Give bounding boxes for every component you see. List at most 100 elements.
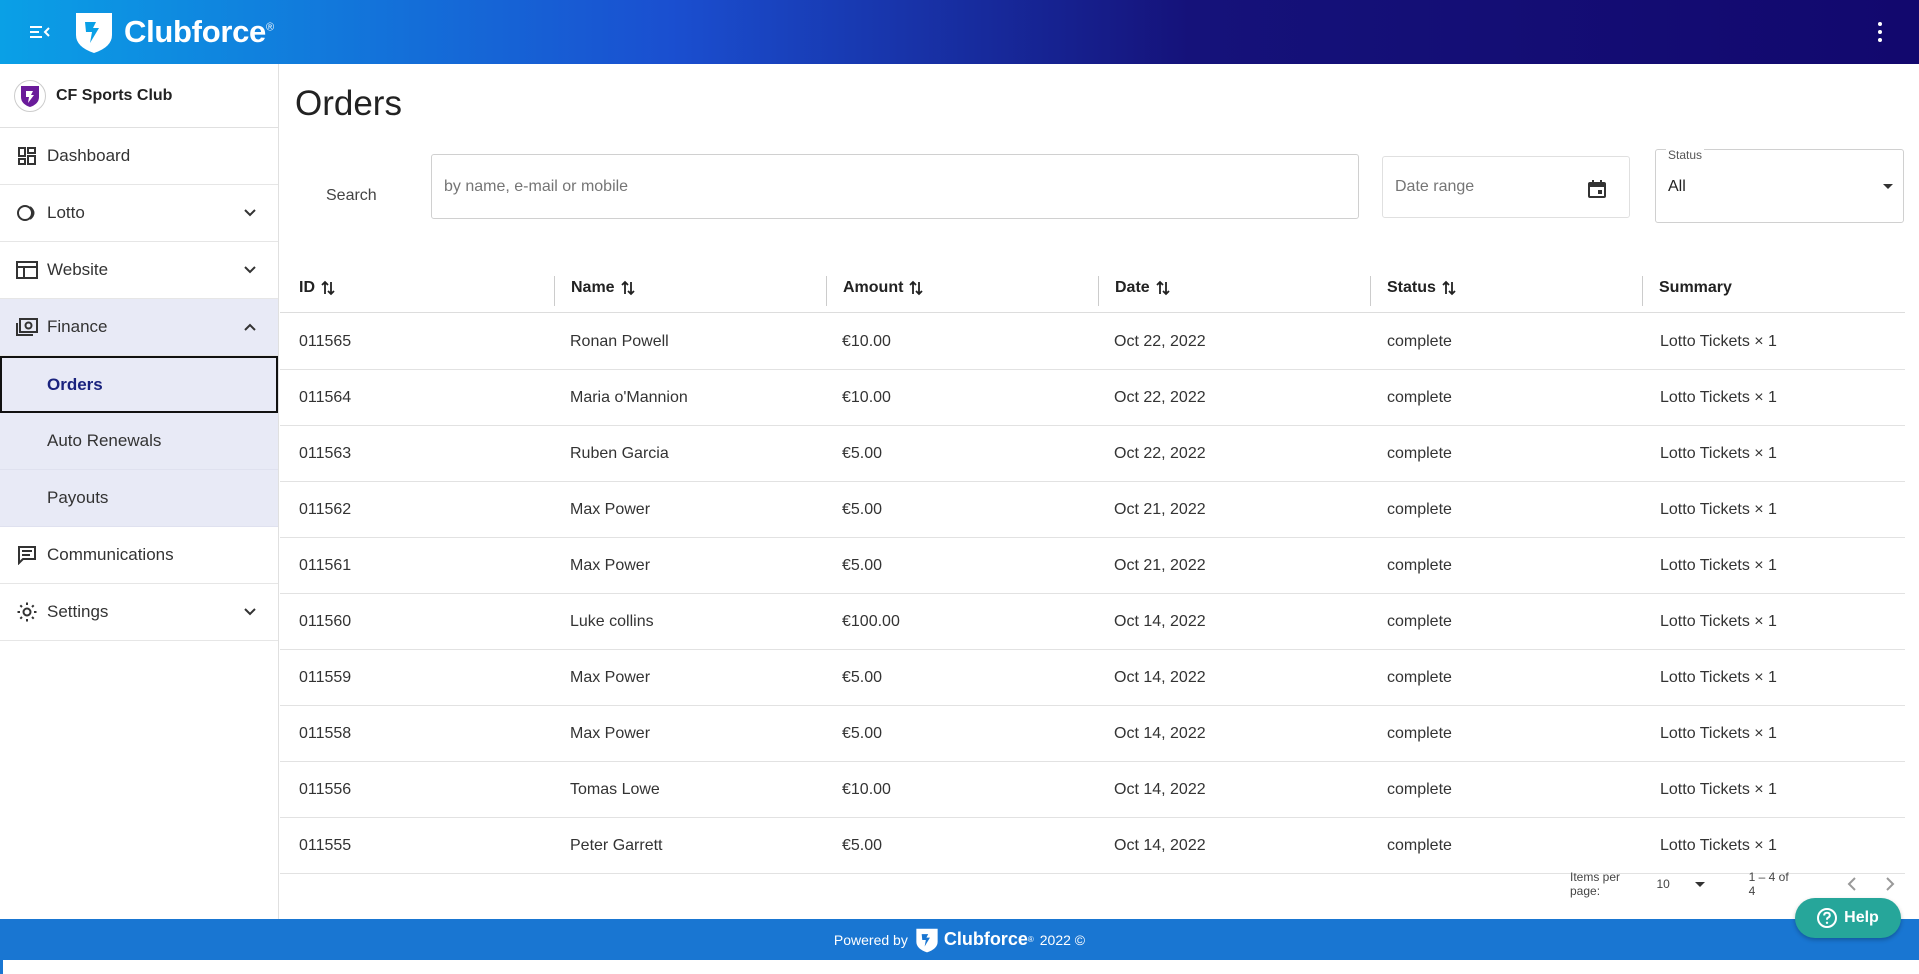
column-header-id[interactable]: ID [299,264,335,312]
footer-brand-name: Clubforce [943,929,1028,949]
sidebar-item-auto-renewals[interactable]: Auto Renewals [0,413,278,470]
status-label: Status [1666,148,1705,162]
cell-date: Oct 22, 2022 [1114,333,1206,350]
cell-date: Oct 14, 2022 [1114,781,1206,798]
previous-page-button[interactable] [1843,874,1861,894]
table-row[interactable]: 011560 Luke collins €100.00 Oct 14, 2022 com… [280,594,1905,650]
cell-status: complete [1387,557,1452,574]
items-per-page-label: Items per page: [1570,870,1621,898]
cell-date: Oct 22, 2022 [1114,445,1206,462]
footer-brand: Clubforce ® [914,926,1034,954]
search-field[interactable] [431,154,1359,219]
cell-id: 011555 [299,837,352,854]
column-label: Amount [843,279,904,296]
cell-name: Max Power [570,725,651,742]
cell-date: Oct 22, 2022 [1114,389,1206,406]
cell-status: complete [1387,781,1452,798]
table-row[interactable]: 011561 Max Power €5.00 Oct 21, 2022 complete… [280,538,1905,594]
cell-name: Luke collins [570,613,654,630]
more-options-icon[interactable] [1871,20,1889,44]
cell-date: Oct 21, 2022 [1114,557,1206,574]
cell-id: 011565 [299,333,352,350]
cell-name: Max Power [570,501,651,518]
sidebar-item-label: Finance [47,317,108,336]
cell-summary: Lotto Tickets × 1 [1660,501,1777,518]
sidebar-item-website[interactable]: Website [0,242,278,299]
column-header-status[interactable]: Status [1387,264,1456,312]
column-header-name[interactable]: Name [571,264,635,312]
sidebar-item-payouts[interactable]: Payouts [0,470,278,527]
table-row[interactable]: 011563 Ruben Garcia €5.00 Oct 22, 2022 compl… [280,426,1905,482]
sidebar-item-label: Auto Renewals [47,431,162,450]
cell-name: Tomas Lowe [570,781,660,798]
cell-status: complete [1387,445,1452,462]
sidebar-item-lotto[interactable]: Lotto [0,185,278,242]
club-name: CF Sports Club [56,86,173,104]
menu-collapse-icon[interactable] [28,20,52,44]
sidebar-item-settings[interactable]: Settings [0,584,278,641]
search-input[interactable] [432,155,1358,218]
cell-amount: €100.00 [842,613,900,630]
cell-amount: €5.00 [842,725,883,742]
club-header[interactable]: CF Sports Club [0,64,278,128]
table-row[interactable]: 011562 Max Power €5.00 Oct 21, 2022 complete… [280,482,1905,538]
table-row[interactable]: 011564 Maria o'Mannion €10.00 Oct 22, 2022 c… [280,370,1905,426]
date-range-input[interactable] [1383,157,1583,217]
sort-icon [620,280,635,296]
footer-brand-mark: ® [1027,935,1034,944]
chevron-up-icon [244,323,256,331]
help-button[interactable]: Help [1795,898,1901,938]
table-row[interactable]: 011558 Max Power €5.00 Oct 14, 2022 complete… [280,706,1905,762]
table-row[interactable]: 011556 Tomas Lowe €10.00 Oct 14, 2022 comple… [280,762,1905,818]
cell-id: 011560 [299,613,352,630]
next-page-button[interactable] [1881,874,1899,894]
chevron-down-icon [244,209,256,217]
cell-summary: Lotto Tickets × 1 [1660,725,1777,742]
column-divider [826,276,827,306]
chevron-down-icon [244,608,256,616]
cell-name: Peter Garrett [570,837,663,854]
column-header-date[interactable]: Date [1115,264,1170,312]
sidebar-item-communications[interactable]: Communications [0,527,278,584]
column-divider [1370,276,1371,306]
column-divider [554,276,555,306]
table-row[interactable]: 011565 Ronan Powell €10.00 Oct 22, 2022 comp… [280,314,1905,370]
column-header-amount[interactable]: Amount [843,264,924,312]
sort-icon [321,280,335,296]
sidebar-item-label: Orders [47,374,103,394]
sidebar-item-finance[interactable]: Finance [0,299,278,356]
cell-id: 011561 [299,557,352,574]
date-range-field[interactable] [1382,156,1630,218]
table-row[interactable]: 011555 Peter Garrett €5.00 Oct 14, 2022 comp… [280,818,1905,874]
dropdown-arrow-icon [1694,881,1705,887]
status-select[interactable]: Status All [1655,148,1904,223]
column-divider [1098,276,1099,306]
cell-summary: Lotto Tickets × 1 [1660,781,1777,798]
clubforce-shield-icon [916,928,938,952]
items-per-page-select[interactable]: 10 [1656,877,1705,891]
table-row[interactable]: 011559 Max Power €5.00 Oct 14, 2022 complete… [280,650,1905,706]
sidebar-item-label: Website [47,260,109,279]
calendar-icon[interactable] [1587,179,1607,199]
cell-status: complete [1387,725,1452,742]
sort-icon [909,280,924,296]
search-label: Search [326,187,377,204]
sidebar-item-orders[interactable]: Orders [0,356,278,413]
sidebar-item-dashboard[interactable]: Dashboard [0,128,278,185]
cell-amount: €5.00 [842,557,883,574]
footer: Powered by Clubforce ® 2022 © [0,919,1919,960]
clubforce-shield-icon [76,13,112,53]
cell-name: Ronan Powell [570,333,669,350]
cell-amount: €5.00 [842,501,883,518]
cell-status: complete [1387,333,1452,350]
cell-status: complete [1387,501,1452,518]
copyright-text: 2022 © [1039,931,1086,948]
cell-status: complete [1387,613,1452,630]
powered-by-text: Powered by [833,931,908,948]
clubforce-logo[interactable]: Clubforce® [72,8,274,56]
cell-id: 011563 [299,445,352,462]
dropdown-arrow-icon [1883,184,1893,189]
communications-icon [16,544,38,566]
column-label: Status [1387,279,1436,296]
cell-name: Max Power [570,669,651,686]
